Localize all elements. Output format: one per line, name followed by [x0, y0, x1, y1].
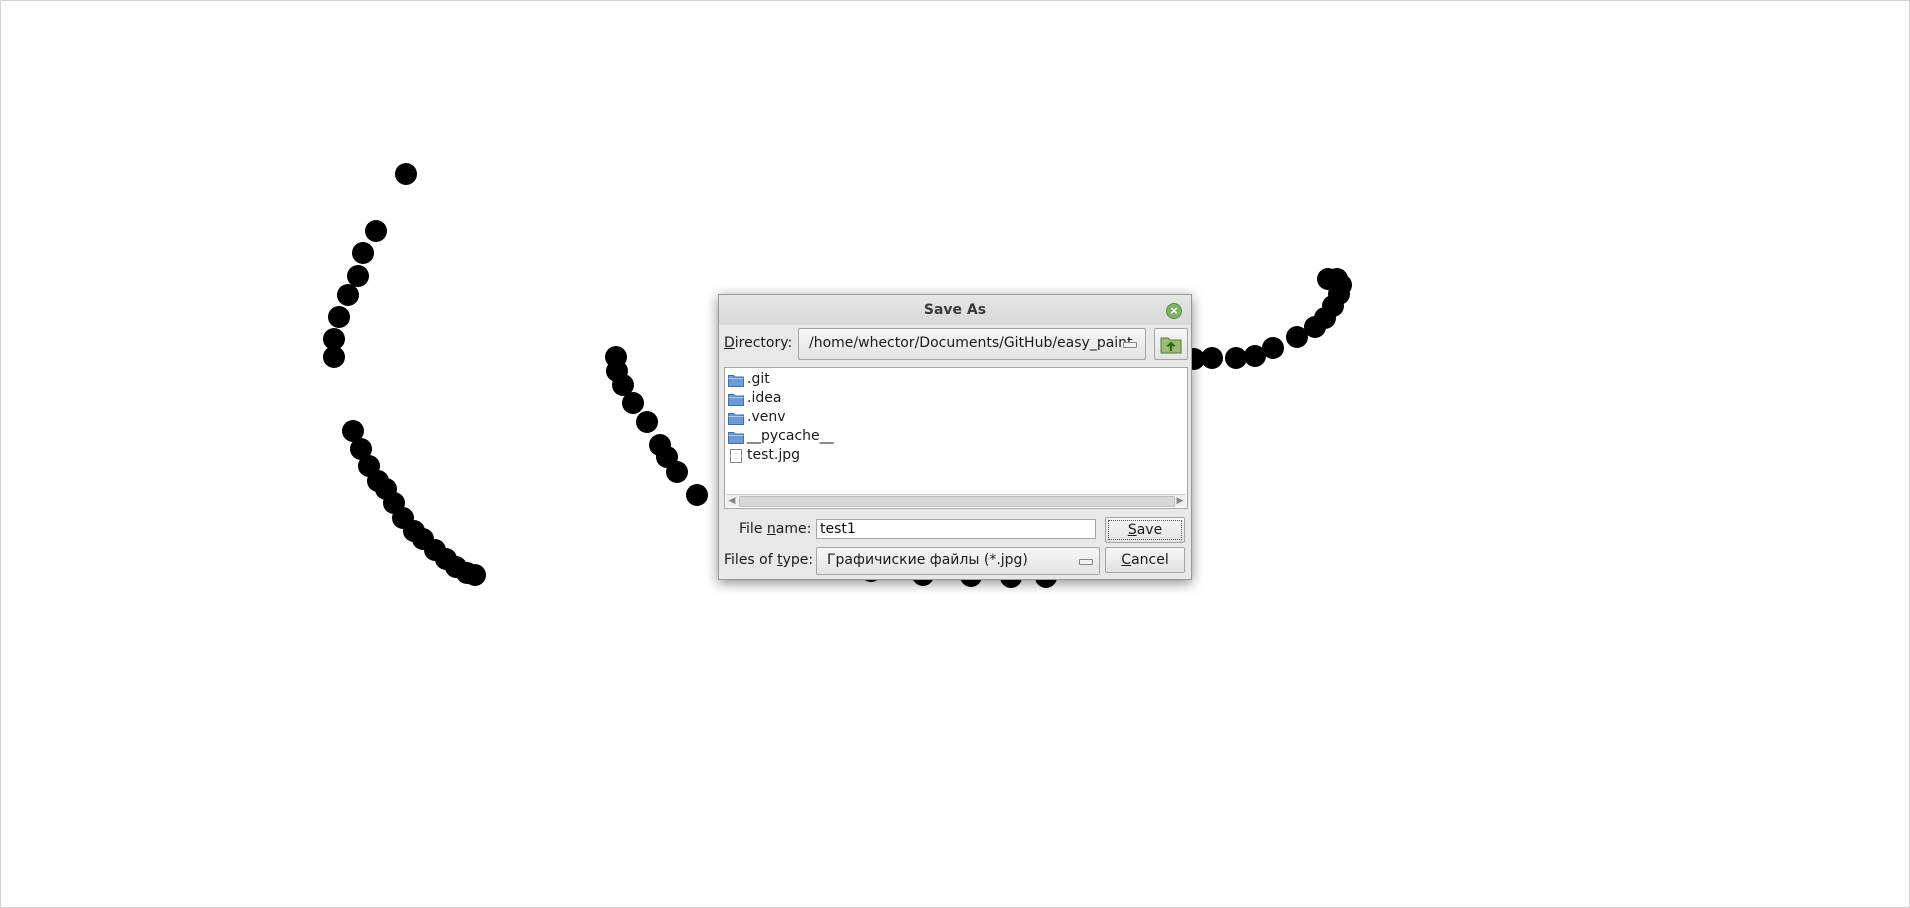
brush-dot [1317, 268, 1339, 290]
close-icon[interactable]: × [1166, 303, 1182, 319]
scroll-left-icon[interactable]: ◀ [726, 495, 738, 507]
directory-value: /home/whector/Documents/GitHub/easy_pain… [809, 335, 1133, 351]
brush-dot [337, 284, 359, 306]
brush-dot [365, 220, 387, 242]
file-name: .idea [747, 390, 782, 406]
brush-dot [328, 306, 350, 328]
file-name-label-text: File name: [739, 521, 812, 537]
file-name: __pycache__ [747, 428, 834, 444]
file-name: .git [747, 371, 770, 387]
combo-arrow-icon [1123, 342, 1137, 348]
brush-dot [347, 265, 369, 287]
file-name: .venv [747, 409, 786, 425]
horizontal-scrollbar[interactable]: ◀ ▶ [726, 494, 1186, 507]
save-as-dialog: Save As × Directory: /home/whector/Docum… [718, 294, 1192, 580]
brush-dot [464, 564, 486, 586]
brush-dot [622, 392, 644, 414]
file-list[interactable]: .git .idea .venv __pycache__ test.jpg ◀ ▶ [724, 367, 1188, 509]
scrollbar-thumb[interactable] [739, 496, 1175, 507]
directory-label: Directory: [724, 335, 792, 351]
dialog-title: Save As [923, 302, 987, 318]
folder-icon [728, 373, 744, 391]
brush-dot [636, 411, 658, 433]
folder-icon [728, 411, 744, 429]
up-folder-button[interactable] [1154, 328, 1188, 360]
file-name: test.jpg [747, 447, 800, 463]
files-of-type-label-text: Files of type: [724, 552, 814, 568]
directory-combo[interactable]: /home/whector/Documents/GitHub/easy_pain… [798, 328, 1146, 360]
brush-dot [352, 242, 374, 264]
scroll-right-icon[interactable]: ▶ [1174, 495, 1186, 507]
files-of-type-combo[interactable]: Графичиские файлы (*.jpg) [816, 547, 1100, 575]
file-name-label: File name: [739, 521, 811, 537]
cancel-button[interactable]: Cancel [1105, 547, 1185, 573]
save-button[interactable]: Save [1105, 517, 1185, 543]
brush-dot [1201, 347, 1223, 369]
brush-dot [666, 461, 688, 483]
brush-dot [686, 484, 708, 506]
brush-dot [1225, 347, 1247, 369]
folder-icon [728, 392, 744, 410]
files-of-type-value: Графичиские файлы (*.jpg) [827, 552, 1028, 568]
directory-label-text: Directory: [724, 335, 793, 351]
files-of-type-label: Files of type: [724, 552, 813, 568]
file-name-input[interactable] [816, 519, 1096, 539]
brush-dot [1262, 337, 1284, 359]
brush-dot [323, 346, 345, 368]
file-icon [728, 449, 744, 467]
folder-icon [728, 430, 744, 448]
dialog-titlebar[interactable]: Save As × [719, 295, 1191, 325]
combo-arrow-icon [1079, 559, 1093, 565]
up-folder-icon [1160, 337, 1182, 354]
brush-dot [395, 163, 417, 185]
